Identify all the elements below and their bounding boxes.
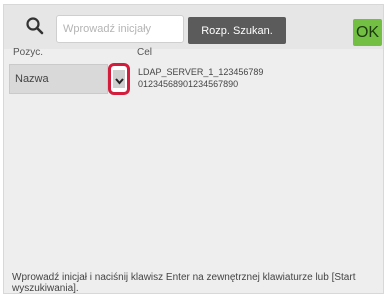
search-toolbar: Rozp. Szukan. OK — [4, 5, 383, 49]
screen: Rozp. Szukan. OK Pozyc. Cel Nazwa LDAP_S… — [0, 0, 387, 295]
dropdown-button-face — [113, 70, 125, 88]
column-header-target: Cel — [137, 47, 153, 58]
instruction-line-1: Wprowadź inicjał i naciśnij klawisz Ente… — [12, 272, 356, 283]
search-icon[interactable] — [24, 15, 46, 37]
target-value-line-1: LDAP_SERVER_1_123456789 — [138, 67, 264, 77]
position-select-field[interactable]: Nazwa — [9, 64, 108, 94]
instruction-line-2: wyszukiwania]. — [12, 283, 79, 294]
start-search-button[interactable]: Rozp. Szukan. — [188, 17, 286, 44]
ok-button[interactable]: OK — [353, 19, 382, 46]
target-value-line-2: 01234568901234567890 — [138, 79, 239, 89]
dropdown-toggle-button[interactable] — [108, 63, 130, 95]
search-input[interactable] — [56, 15, 184, 43]
chevron-down-icon — [115, 78, 124, 85]
search-panel: Rozp. Szukan. OK Pozyc. Cel Nazwa LDAP_S… — [3, 4, 384, 294]
column-header-position: Pozyc. — [13, 47, 44, 58]
instruction-text: Wprowadź inicjał i naciśnij klawisz Ente… — [12, 272, 378, 294]
